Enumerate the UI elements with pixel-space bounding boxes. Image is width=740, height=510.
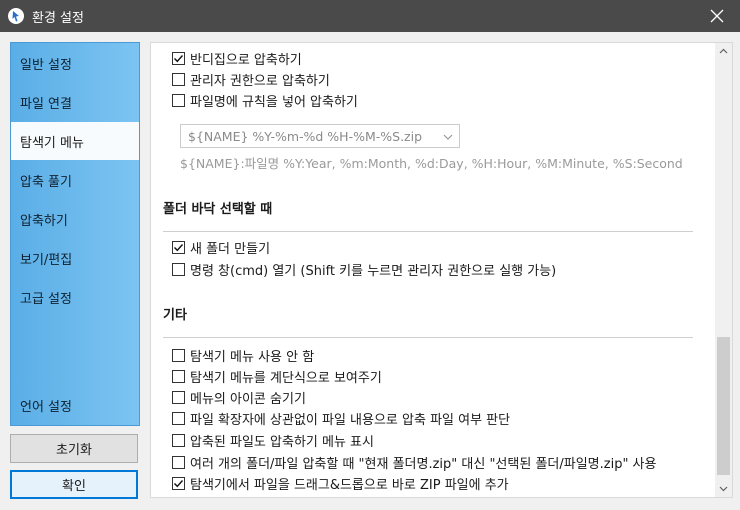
sidebar-item-label: 보기/편집 [20, 252, 73, 268]
option-label: 반디집으로 압축하기 [190, 52, 302, 68]
option-detect-by-content[interactable]: 파일 확장자에 상관없이 파일 내용으로 압축 파일 여부 판단 [172, 408, 510, 428]
option-label: 파일 확장자에 상관없이 파일 내용으로 압축 파일 여부 판단 [190, 412, 511, 428]
option-hide-menu-icons[interactable]: 메뉴의 아이콘 숨기기 [172, 387, 306, 407]
option-disable-explorer-menu[interactable]: 탐색기 메뉴 사용 안 함 [172, 345, 314, 365]
checkbox[interactable] [172, 390, 185, 404]
section-title-etc: 기타 [163, 308, 187, 323]
settings-sidebar: 일반 설정 파일 연결 탐색기 메뉴 압축 풀기 압축하기 보기/편집 고급 설… [10, 42, 140, 426]
checkbox[interactable] [172, 411, 185, 425]
option-label: 탐색기에서 파일을 드래그&드롭으로 바로 ZIP 파일에 추가 [190, 477, 509, 493]
option-label: 압축된 파일도 압축하기 메뉴 표시 [190, 434, 374, 450]
option-label: 여러 개의 폴더/파일 압축할 때 "현재 폴더명.zip" 대신 "선택된 폴… [190, 456, 657, 472]
bandizip-logo-icon [8, 8, 24, 24]
option-cascade-menu[interactable]: 탐색기 메뉴를 계단식으로 보여주기 [172, 366, 382, 386]
option-drag-drop-add-zip[interactable]: 탐색기에서 파일을 드래그&드롭으로 바로 ZIP 파일에 추가 [172, 473, 509, 493]
option-compress-with-bandizip[interactable]: 반디집으로 압축하기 [172, 48, 302, 68]
checkbox[interactable] [172, 51, 185, 65]
option-compress-with-filename-rule[interactable]: 파일명에 규칙을 넣어 압축하기 [172, 90, 358, 110]
checkbox[interactable] [172, 348, 185, 362]
confirm-button[interactable]: 확인 [10, 470, 138, 499]
option-label: 새 폴더 만들기 [190, 241, 271, 257]
filename-format-hint: ${NAME}:파일명 %Y:Year, %m:Month, %d:Day, %… [180, 156, 683, 171]
vertical-scrollbar[interactable] [715, 43, 732, 497]
chevron-down-icon[interactable] [443, 130, 453, 145]
checkbox[interactable] [172, 262, 185, 276]
scrollbar-thumb[interactable] [717, 337, 730, 475]
checkbox[interactable] [172, 93, 185, 107]
sidebar-item-view-edit[interactable]: 보기/편집 [11, 239, 139, 277]
reset-button[interactable]: 초기화 [10, 434, 138, 463]
sidebar-item-label: 압축 풀기 [20, 174, 72, 190]
checkbox[interactable] [172, 433, 185, 447]
section-divider [163, 337, 693, 338]
sidebar-item-general[interactable]: 일반 설정 [11, 44, 139, 82]
checkmark-icon [174, 479, 184, 487]
sidebar-item-label: 압축하기 [20, 213, 68, 229]
sidebar-item-advanced[interactable]: 고급 설정 [11, 278, 139, 316]
option-use-selected-name[interactable]: 여러 개의 폴더/파일 압축할 때 "현재 폴더명.zip" 대신 "선택된 폴… [172, 452, 656, 472]
option-label: 탐색기 메뉴를 계단식으로 보여주기 [190, 370, 382, 386]
filename-format-value: ${NAME} %Y-%m-%d %H-%M-%S.zip [188, 128, 423, 144]
sidebar-item-label: 언어 설정 [20, 399, 72, 415]
option-label: 파일명에 규칙을 넣어 압축하기 [190, 94, 358, 110]
close-icon[interactable] [694, 0, 740, 32]
option-label: 탐색기 메뉴 사용 안 함 [190, 349, 315, 365]
section-title-folder: 폴더 바닥 선택할 때 [163, 202, 273, 217]
chevron-up-icon[interactable] [715, 43, 732, 60]
sidebar-item-label: 고급 설정 [20, 291, 72, 307]
chevron-down-icon[interactable] [715, 480, 732, 497]
option-show-compress-for-archives[interactable]: 압축된 파일도 압축하기 메뉴 표시 [172, 430, 374, 450]
option-compress-as-admin[interactable]: 관리자 권한으로 압축하기 [172, 69, 330, 89]
checkbox[interactable] [172, 476, 185, 490]
sidebar-item-label: 일반 설정 [20, 57, 72, 73]
sidebar-item-label: 탐색기 메뉴 [20, 135, 84, 151]
option-label: 메뉴의 아이콘 숨기기 [190, 391, 306, 407]
window-title: 환경 설정 [32, 10, 84, 26]
option-new-folder[interactable]: 새 폴더 만들기 [172, 237, 270, 257]
option-open-cmd[interactable]: 명령 창(cmd) 열기 (Shift 키를 누르면 관리자 권한으로 실행 가… [172, 259, 556, 279]
sidebar-item-extract[interactable]: 압축 풀기 [11, 161, 139, 199]
option-label: 관리자 권한으로 압축하기 [190, 73, 330, 89]
title-bar: 환경 설정 [0, 0, 740, 32]
sidebar-item-language[interactable]: 언어 설정 [11, 386, 139, 424]
sidebar-item-label: 파일 연결 [20, 96, 72, 112]
option-label: 명령 창(cmd) 열기 (Shift 키를 누르면 관리자 권한으로 실행 가… [190, 263, 557, 279]
filename-format-combobox[interactable]: ${NAME} %Y-%m-%d %H-%M-%S.zip [180, 124, 460, 148]
checkbox[interactable] [172, 240, 185, 254]
checkbox[interactable] [172, 72, 185, 86]
checkmark-icon [174, 243, 184, 251]
sidebar-item-compress[interactable]: 압축하기 [11, 200, 139, 238]
checkmark-icon [174, 54, 184, 62]
settings-content-panel: 반디집으로 압축하기 관리자 권한으로 압축하기 파일명에 규칙을 넣어 압축하… [150, 42, 733, 498]
sidebar-item-file-association[interactable]: 파일 연결 [11, 83, 139, 121]
section-divider [163, 231, 693, 232]
sidebar-item-explorer-menu[interactable]: 탐색기 메뉴 [11, 122, 139, 160]
checkbox[interactable] [172, 369, 185, 383]
checkbox[interactable] [172, 455, 185, 469]
